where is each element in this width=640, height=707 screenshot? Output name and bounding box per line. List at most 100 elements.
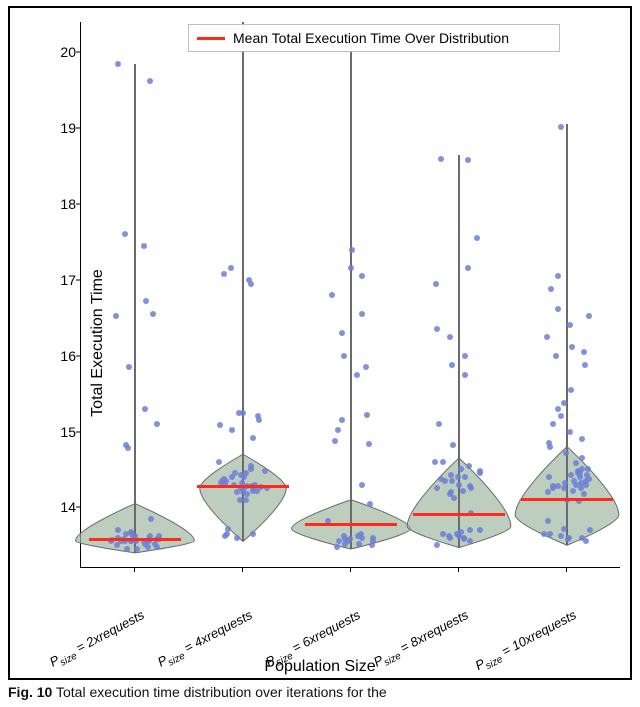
data-point [579, 535, 585, 541]
data-point [455, 474, 461, 480]
data-point [234, 535, 240, 541]
data-point [579, 455, 585, 461]
data-point [329, 292, 335, 298]
x-tick-mark [242, 568, 243, 572]
data-point [449, 362, 455, 368]
y-axis-label: Total Execution Time [89, 269, 107, 417]
data-point [462, 353, 468, 359]
x-tick-mark [458, 568, 459, 572]
data-point [433, 281, 439, 287]
data-point [567, 429, 573, 435]
y-tick-label: 16 [10, 348, 76, 364]
data-point [563, 450, 569, 456]
y-tick-label: 20 [10, 44, 76, 60]
y-tick-label: 15 [10, 424, 76, 440]
x-tick-mark [350, 568, 351, 572]
data-point [248, 463, 254, 469]
data-point [354, 372, 360, 378]
data-point [570, 488, 576, 494]
data-point [568, 387, 574, 393]
legend-swatch-mean-line [197, 37, 225, 40]
y-tick-mark [76, 204, 80, 205]
data-point [221, 271, 227, 277]
data-point [460, 488, 466, 494]
data-point [438, 476, 444, 482]
chart-figure: Mean Total Execution Time Over Distribut… [8, 6, 632, 680]
data-point [432, 459, 438, 465]
x-tick-mark [134, 568, 135, 572]
data-point [438, 156, 444, 162]
data-point [148, 516, 154, 522]
data-point [243, 470, 249, 476]
mean-bar [521, 498, 613, 501]
data-point [237, 497, 243, 503]
data-point [474, 235, 480, 241]
data-point [569, 344, 575, 350]
data-point [358, 531, 364, 537]
y-tick-label: 18 [10, 196, 76, 212]
caption-text: Total execution time distribution over i… [52, 684, 386, 700]
data-point [225, 526, 231, 532]
data-point [126, 364, 132, 370]
data-point [216, 459, 222, 465]
data-point [573, 460, 579, 466]
data-point [341, 353, 347, 359]
data-point [115, 527, 121, 533]
y-tick-mark [76, 355, 80, 356]
data-point [581, 349, 587, 355]
data-point [467, 483, 473, 489]
data-point [571, 478, 577, 484]
data-point [581, 491, 587, 497]
y-tick-mark [76, 52, 80, 53]
data-point [349, 247, 355, 253]
data-point [366, 441, 372, 447]
data-point [558, 124, 564, 130]
data-point [359, 311, 365, 317]
data-point [154, 421, 160, 427]
violin-stem [350, 45, 352, 549]
data-point [221, 476, 227, 482]
data-point [363, 364, 369, 370]
y-tick-mark [76, 431, 80, 432]
data-point [462, 372, 468, 378]
data-point [255, 413, 261, 419]
mean-bar [305, 523, 397, 526]
caption-prefix: Fig. 10 [8, 684, 52, 700]
figure-caption: Fig. 10 Total execution time distributio… [8, 684, 387, 700]
data-point [586, 313, 592, 319]
data-point [339, 330, 345, 336]
x-tick-mark [566, 568, 567, 572]
data-point [142, 406, 148, 412]
data-point [334, 544, 340, 550]
data-point [555, 306, 561, 312]
data-point [462, 474, 468, 480]
data-point [466, 463, 472, 469]
data-point [434, 485, 440, 491]
data-point [461, 535, 467, 541]
y-tick-label: 17 [10, 272, 76, 288]
data-point [541, 531, 547, 537]
data-point [544, 334, 550, 340]
data-point [458, 529, 464, 535]
y-tick-label: 14 [10, 499, 76, 515]
data-point [240, 410, 246, 416]
data-point [332, 438, 338, 444]
data-point [553, 353, 559, 359]
data-point [561, 526, 567, 532]
data-point [128, 529, 134, 535]
data-point [456, 482, 462, 488]
plot-area [80, 22, 620, 568]
y-tick-mark [76, 507, 80, 508]
data-point [367, 501, 373, 507]
mean-bar [413, 513, 505, 516]
violin-stem [242, 22, 244, 541]
data-point [434, 326, 440, 332]
data-point [359, 482, 365, 488]
x-axis-label: Population Size [10, 658, 630, 676]
data-point [582, 362, 588, 368]
data-point [356, 541, 362, 547]
data-point [446, 533, 452, 539]
legend: Mean Total Execution Time Over Distribut… [188, 24, 560, 52]
y-tick-label: 19 [10, 120, 76, 136]
data-point [550, 421, 556, 427]
